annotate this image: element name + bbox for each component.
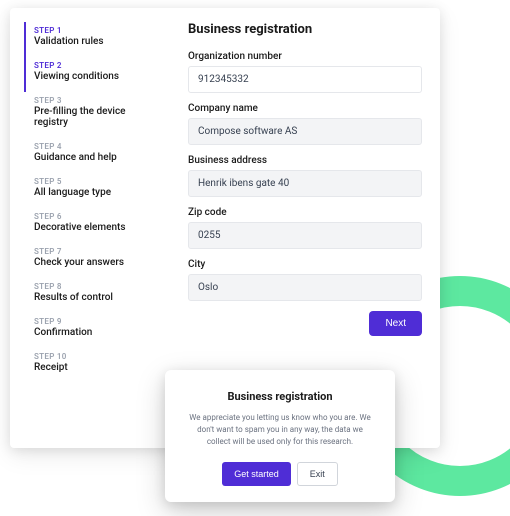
modal-text: We appreciate you letting us know who yo… xyxy=(187,412,373,448)
step-5[interactable]: STEP 5 All language type xyxy=(24,173,162,208)
step-title: Confirmation xyxy=(34,327,162,338)
step-title: Viewing conditions xyxy=(34,71,162,82)
step-label: STEP 7 xyxy=(34,247,162,256)
step-3[interactable]: STEP 3 Pre-filling the device registry xyxy=(24,92,162,138)
step-label: STEP 3 xyxy=(34,96,162,105)
step-label: STEP 5 xyxy=(34,177,162,186)
step-label: STEP 8 xyxy=(34,282,162,291)
step-label: STEP 10 xyxy=(34,352,162,361)
step-9[interactable]: STEP 9 Confirmation xyxy=(24,313,162,348)
field-city: City xyxy=(188,259,422,301)
steps-sidebar: STEP 1 Validation rules STEP 2 Viewing c… xyxy=(10,8,170,448)
step-title: All language type xyxy=(34,187,162,198)
company-name-input[interactable] xyxy=(188,118,422,145)
org-number-label: Organization number xyxy=(188,51,422,62)
step-title: Guidance and help xyxy=(34,152,162,163)
next-button[interactable]: Next xyxy=(369,311,422,336)
city-label: City xyxy=(188,259,422,270)
business-address-label: Business address xyxy=(188,155,422,166)
step-label: STEP 6 xyxy=(34,212,162,221)
business-address-input[interactable] xyxy=(188,170,422,197)
step-7[interactable]: STEP 7 Check your answers xyxy=(24,243,162,278)
step-2[interactable]: STEP 2 Viewing conditions xyxy=(24,57,162,92)
step-title: Check your answers xyxy=(34,257,162,268)
city-input[interactable] xyxy=(188,274,422,301)
field-business-address: Business address xyxy=(188,155,422,197)
field-zip-code: Zip code xyxy=(188,207,422,249)
field-company-name: Company name xyxy=(188,103,422,145)
step-1[interactable]: STEP 1 Validation rules xyxy=(24,22,162,57)
step-title: Decorative elements xyxy=(34,222,162,233)
step-10[interactable]: STEP 10 Receipt xyxy=(24,348,162,383)
step-label: STEP 4 xyxy=(34,142,162,151)
zip-code-input[interactable] xyxy=(188,222,422,249)
company-name-label: Company name xyxy=(188,103,422,114)
page-title: Business registration xyxy=(188,22,422,37)
step-title: Results of control xyxy=(34,292,162,303)
step-label: STEP 1 xyxy=(34,26,162,35)
step-title: Pre-filling the device registry xyxy=(34,106,162,128)
exit-button[interactable]: Exit xyxy=(297,462,338,486)
step-8[interactable]: STEP 8 Results of control xyxy=(24,278,162,313)
step-label: STEP 2 xyxy=(34,61,162,70)
modal-actions: Get started Exit xyxy=(187,462,373,486)
field-org-number: Organization number xyxy=(188,51,422,93)
step-title: Receipt xyxy=(34,362,162,373)
step-title: Validation rules xyxy=(34,36,162,47)
step-6[interactable]: STEP 6 Decorative elements xyxy=(24,208,162,243)
org-number-input[interactable] xyxy=(188,66,422,93)
step-4[interactable]: STEP 4 Guidance and help xyxy=(24,138,162,173)
modal-title: Business registration xyxy=(187,390,373,403)
get-started-button[interactable]: Get started xyxy=(222,462,291,486)
step-label: STEP 9 xyxy=(34,317,162,326)
form-actions: Next xyxy=(188,311,422,336)
zip-code-label: Zip code xyxy=(188,207,422,218)
intro-modal: Business registration We appreciate you … xyxy=(165,370,395,502)
